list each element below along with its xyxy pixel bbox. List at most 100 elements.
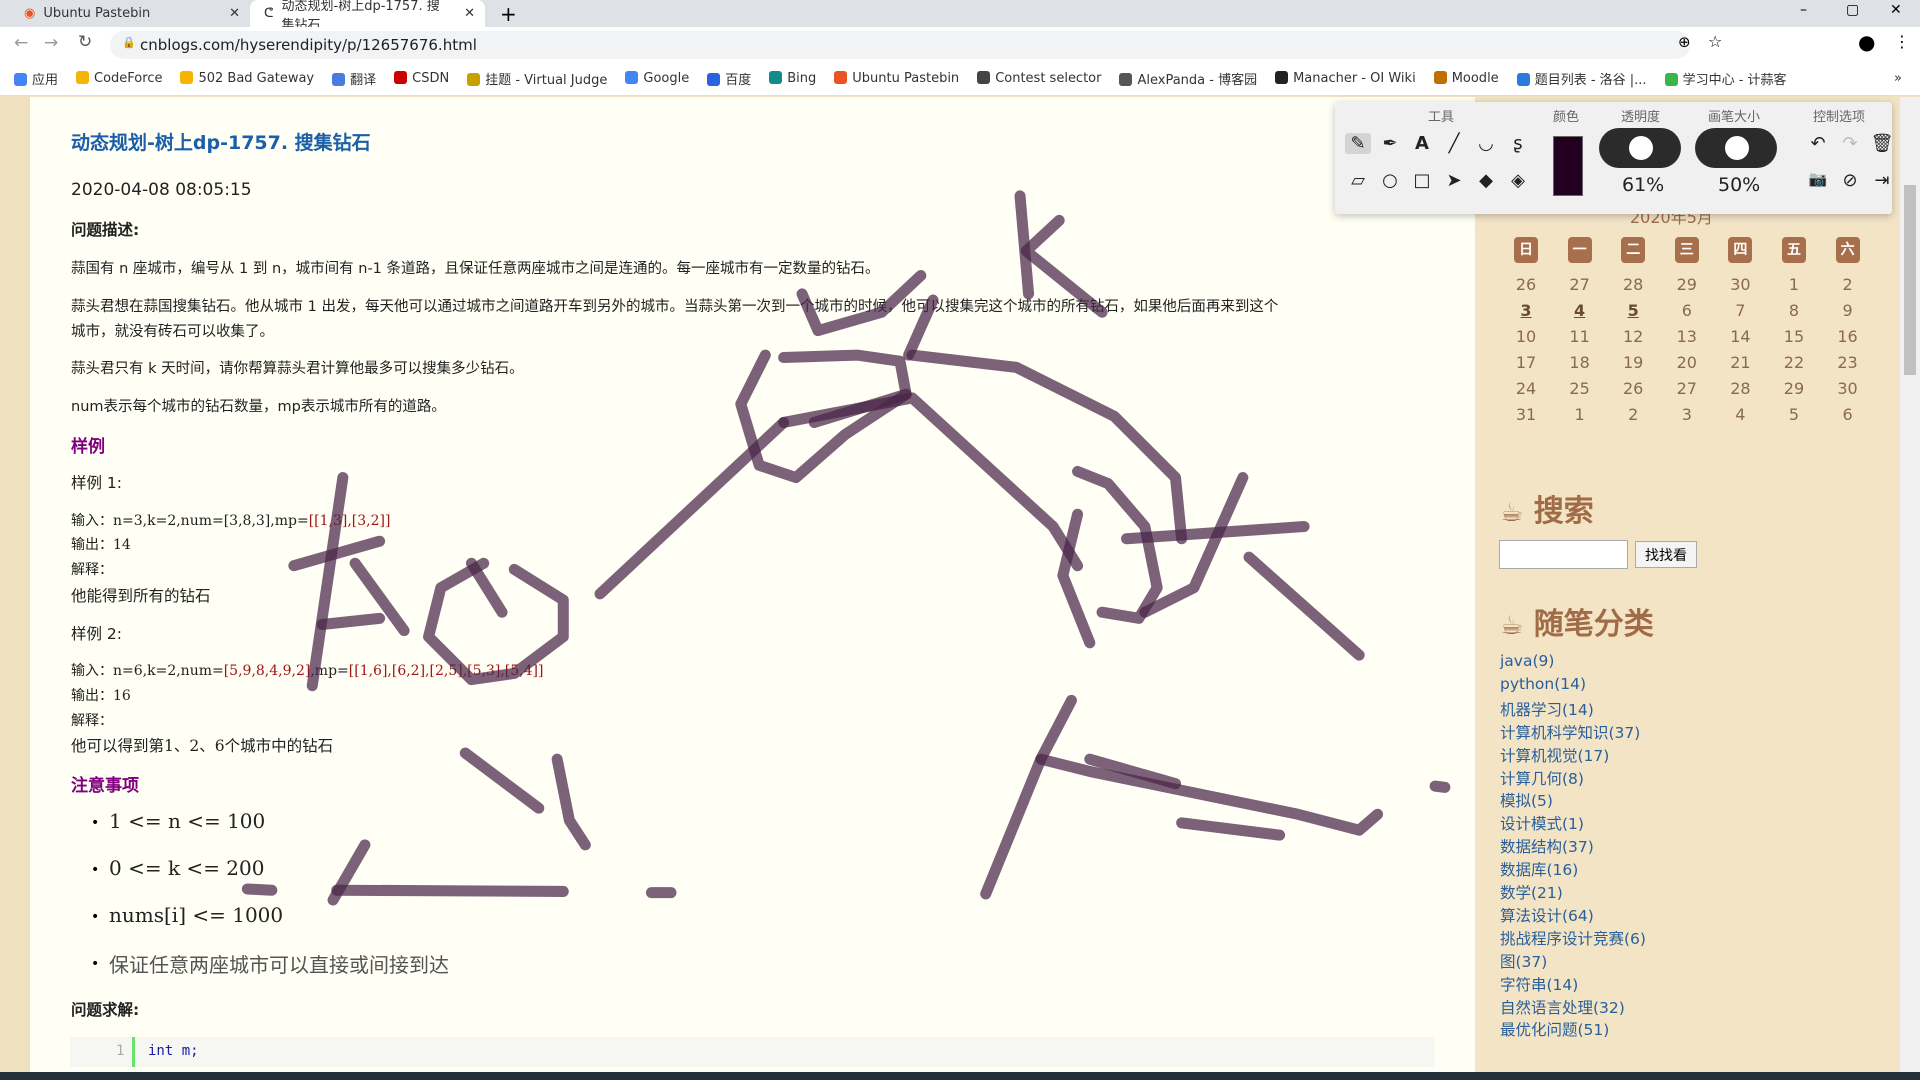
bookmark-item[interactable]: Contest selector (977, 71, 1101, 86)
line-icon[interactable]: ╱ (1441, 133, 1467, 154)
tab-current[interactable]: ᕦ 动态规划-树上dp-1757. 搜集钻石 ✕ (250, 0, 485, 33)
reload-button[interactable]: ↻ (78, 32, 92, 52)
bookmark-icon (1119, 73, 1133, 86)
color-swatch[interactable] (1553, 136, 1583, 196)
scrollbar-thumb[interactable] (1904, 185, 1916, 375)
category-link[interactable]: 算法设计(64) (1500, 904, 1594, 926)
bookmark-item[interactable]: 学习中心 - 计蒜客 (1664, 69, 1787, 88)
bookmark-item[interactable]: 502 Bad Gateway (180, 71, 314, 86)
category-link[interactable]: java(9) (1500, 652, 1554, 670)
scrollbar[interactable] (1900, 97, 1920, 1072)
category-link[interactable]: 数据结构(37) (1500, 835, 1594, 857)
bookmark-icon (1433, 71, 1447, 84)
zoom-icon[interactable]: ⊕ (1678, 33, 1691, 51)
rectangle-icon[interactable]: □ (1409, 170, 1435, 191)
category-link[interactable]: 挑战程序设计竞赛(6) (1500, 927, 1646, 949)
undo-icon[interactable]: ↶ (1805, 133, 1831, 154)
close-tab-icon[interactable]: ✕ (229, 6, 240, 21)
category-link[interactable]: 数学(21) (1500, 881, 1563, 903)
bookmark-item[interactable]: Moodle (1433, 71, 1499, 86)
post-title[interactable]: 动态规划-树上dp-1757. 搜集钻石 (71, 128, 371, 155)
minimize-button[interactable]: – (1800, 2, 1807, 18)
calendar-day: 28 (1623, 275, 1644, 294)
bookmark-item[interactable]: 应用 (14, 69, 58, 88)
eraser-icon[interactable]: ◆ (1473, 170, 1499, 191)
category-link[interactable]: 机器学习(14) (1500, 698, 1594, 720)
category-link[interactable]: 字符串(14) (1500, 973, 1578, 995)
text-icon[interactable]: A (1409, 133, 1435, 154)
url-field[interactable]: 🔒 cnblogs.com/hyserendipity/p/12657676.ht… (110, 31, 1690, 59)
coffee-cup-icon: ☕ (1500, 611, 1524, 641)
menu-icon[interactable]: ⋮ (1894, 32, 1910, 51)
trash-icon[interactable]: 🗑 (1869, 133, 1895, 154)
forward-button[interactable]: → (44, 33, 58, 53)
brush-size-toggle[interactable] (1695, 128, 1777, 168)
redo-icon[interactable]: ↷ (1837, 133, 1863, 154)
hide-icon[interactable]: ⊘ (1837, 170, 1863, 191)
category-link[interactable]: 最优化问题(51) (1500, 1018, 1609, 1040)
cursor-icon[interactable]: ➤ (1441, 170, 1467, 191)
lasso-icon[interactable]: ʂ (1505, 133, 1531, 154)
camera-icon[interactable]: 📷 (1805, 170, 1831, 188)
back-button[interactable]: ← (14, 33, 28, 53)
bookmark-item[interactable]: Bing (769, 71, 816, 86)
pencil-icon[interactable]: ✎ (1345, 133, 1371, 154)
bookmark-icon (467, 73, 481, 86)
category-link[interactable]: python(14) (1500, 675, 1586, 693)
example2-explain-text: 他可以得到第1、2、6个城市中的钻石 (71, 737, 334, 755)
category-link[interactable]: 计算机科学知识(37) (1500, 721, 1640, 743)
maximize-button[interactable]: ▢ (1846, 2, 1859, 18)
lock-icon: 🔒 (122, 36, 136, 49)
weekday-header: 一 (1567, 237, 1592, 263)
calendar-day: 12 (1623, 327, 1644, 346)
category-link[interactable]: 模拟(5) (1500, 789, 1553, 811)
category-link[interactable]: 设计模式(1) (1500, 812, 1584, 834)
bookmark-icon (769, 71, 783, 84)
bookmark-item[interactable]: CodeForce (76, 71, 162, 86)
exit-icon[interactable]: ⇥ (1869, 170, 1895, 191)
bookmark-item[interactable]: Manacher - OI Wiki (1275, 71, 1416, 86)
category-link[interactable]: 计算几何(8) (1500, 767, 1584, 789)
search-input[interactable] (1499, 540, 1628, 569)
tab-ubuntu-pastebin[interactable]: ◉ Ubuntu Pastebin ✕ (10, 0, 250, 27)
eyedropper-icon[interactable]: ✒ (1377, 133, 1403, 154)
calendar-day[interactable]: 4 (1560, 301, 1600, 320)
bookmark-item[interactable]: 翻译 (332, 69, 376, 88)
calendar-day: 27 (1676, 379, 1697, 398)
category-link[interactable]: 自然语言处理(32) (1500, 996, 1625, 1018)
star-icon[interactable]: ☆ (1708, 32, 1722, 51)
category-link[interactable]: 数据库(16) (1500, 858, 1578, 880)
bookmark-item[interactable]: 百度 (707, 69, 751, 88)
calendar-day: 20 (1676, 353, 1697, 372)
category-link[interactable]: 计算机视觉(17) (1500, 744, 1609, 766)
bookmarks-overflow-button[interactable]: » (1894, 71, 1902, 86)
example2-explain: 解释： (71, 713, 113, 729)
bookmark-item[interactable]: 题目列表 - 洛谷 |... (1516, 69, 1647, 88)
calendar-day[interactable]: 3 (1506, 301, 1546, 320)
bookmark-item[interactable]: CSDN (394, 71, 449, 86)
gutter-bar (132, 1037, 135, 1067)
new-tab-button[interactable]: + (500, 2, 517, 26)
calendar-day[interactable]: 5 (1613, 301, 1653, 320)
bookmark-item[interactable]: Google (625, 71, 689, 86)
calendar-day: 6 (1842, 405, 1853, 424)
bookmark-item[interactable]: Ubuntu Pastebin (834, 71, 959, 86)
search-button[interactable]: 找找看 (1635, 541, 1697, 568)
fill-icon[interactable]: ◈ (1505, 170, 1531, 191)
curve-icon[interactable]: ◡ (1473, 133, 1499, 154)
weekday-header: 二 (1621, 237, 1646, 263)
bookmark-item[interactable]: AlexPanda - 博客园 (1119, 69, 1257, 88)
profile-icon[interactable]: ● (1858, 30, 1875, 54)
close-tab-icon[interactable]: ✕ (464, 6, 475, 21)
circle-icon[interactable]: ○ (1377, 170, 1403, 191)
opacity-toggle[interactable] (1599, 128, 1681, 168)
category-link[interactable]: 图(37) (1500, 950, 1547, 972)
bookmark-icon (180, 71, 194, 84)
calendar-day: 26 (1515, 275, 1537, 294)
polygon-icon[interactable]: ▱ (1345, 170, 1371, 191)
input-array: [[1,3],[3,2]] (308, 513, 391, 529)
calendar-day: 10 (1515, 327, 1537, 346)
close-window-button[interactable]: ✕ (1890, 2, 1902, 18)
bookmark-item[interactable]: 挂题 - Virtual Judge (467, 69, 607, 88)
bookmark-icon (625, 71, 639, 84)
